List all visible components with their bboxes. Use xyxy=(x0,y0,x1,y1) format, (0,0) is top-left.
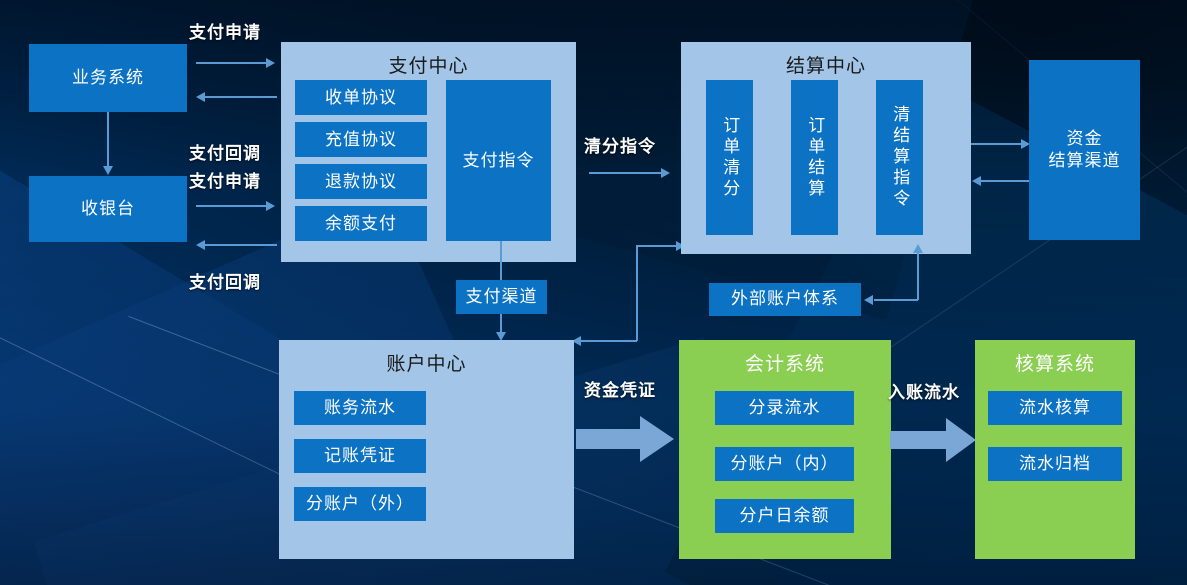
chip-refund-protocol[interactable]: 退款协议 xyxy=(295,164,427,199)
panel-reckoning-system[interactable]: 核算系统 流水核算 流水归档 xyxy=(975,340,1135,559)
connector-settlement-to-fund-channel xyxy=(971,143,1023,145)
chip-sub-account-internal[interactable]: 分账户（内） xyxy=(715,447,854,481)
connector-clearing-instruction-arrowhead xyxy=(661,168,670,178)
connector-pay-request-bottom xyxy=(196,205,268,207)
connector-external-account-arrowhead-left xyxy=(864,295,873,305)
block-arrow-posting-flow xyxy=(890,418,976,462)
node-external-account-system-label: 外部账户体系 xyxy=(731,289,839,309)
node-fund-settlement-channel-line1: 资金 xyxy=(1066,128,1103,148)
connector-settlement-to-account-h1 xyxy=(636,245,680,247)
connector-settlement-to-account-h2 xyxy=(580,340,637,342)
chip-flow-archiving[interactable]: 流水归档 xyxy=(988,447,1122,481)
connector-business-to-cashier xyxy=(107,112,109,167)
chip-payment-instruction[interactable]: 支付指令 xyxy=(446,80,551,241)
label-clearing-instruction: 清分指令 xyxy=(584,137,656,156)
label-pay-request-top: 支付申请 xyxy=(189,23,261,42)
node-business-system[interactable]: 业务系统 xyxy=(29,44,187,112)
connector-fund-channel-to-settlement xyxy=(980,180,1032,182)
chip-recharge-protocol[interactable]: 充值协议 xyxy=(295,122,427,157)
connector-clearing-instruction xyxy=(589,172,663,174)
diagram-canvas: 业务系统 收银台 支付申请 支付回调 支付申请 支付回调 支付中心 收单协议 充… xyxy=(0,0,1187,585)
chip-flow-reckoning[interactable]: 流水核算 xyxy=(988,391,1122,425)
node-payment-channel-label: 支付渠道 xyxy=(465,286,538,306)
panel-settlement-center[interactable]: 结算中心 订单清分 订单结算 清结算指令 xyxy=(681,42,971,254)
panel-account-center[interactable]: 账户中心 账务流水 记账凭证 分账户（外） xyxy=(279,340,574,559)
connector-payment-instruction-down-a xyxy=(500,241,502,283)
connector-pay-request-top-arrowhead xyxy=(266,58,275,68)
connector-external-account-v xyxy=(917,252,919,300)
chip-daily-account-balance[interactable]: 分户日余额 xyxy=(715,499,854,533)
chip-sub-account-external[interactable]: 分账户（外） xyxy=(294,487,426,521)
label-pay-callback-top: 支付回调 xyxy=(189,144,261,163)
node-fund-settlement-channel-line2: 结算渠道 xyxy=(1048,151,1121,170)
panel-accounting-system[interactable]: 会计系统 分录流水 分账户（内） 分户日余额 xyxy=(679,340,891,559)
label-posting-flow: 入账流水 xyxy=(888,383,960,402)
panel-payment-center[interactable]: 支付中心 收单协议 充值协议 退款协议 余额支付 支付指令 xyxy=(281,42,576,262)
panel-accounting-system-title: 会计系统 xyxy=(744,354,825,375)
connector-pay-callback-top-arrowhead xyxy=(196,92,205,102)
chip-clearing-settlement-instruction[interactable]: 清结算指令 xyxy=(876,80,923,235)
connector-fund-channel-to-settlement-arrowhead xyxy=(972,176,981,186)
chip-order-settlement[interactable]: 订单结算 xyxy=(791,80,838,235)
connector-settlement-to-account-v xyxy=(636,245,638,341)
connector-pay-request-bottom-arrowhead xyxy=(266,201,275,211)
node-payment-channel[interactable]: 支付渠道 xyxy=(456,280,547,314)
chip-acquiring-protocol[interactable]: 收单协议 xyxy=(295,80,427,115)
node-fund-settlement-channel[interactable]: 资金 结算渠道 xyxy=(1029,60,1140,240)
panel-reckoning-system-title: 核算系统 xyxy=(1014,354,1095,375)
connector-business-to-cashier-arrowhead xyxy=(103,166,113,175)
node-external-account-system[interactable]: 外部账户体系 xyxy=(709,283,861,316)
label-fund-voucher: 资金凭证 xyxy=(584,381,656,400)
chip-accounting-flow[interactable]: 账务流水 xyxy=(294,391,426,425)
connector-external-account-h xyxy=(874,299,918,301)
chip-balance-payment[interactable]: 余额支付 xyxy=(295,206,427,241)
chip-order-clearing[interactable]: 订单清分 xyxy=(706,80,753,235)
label-pay-request-bottom: 支付申请 xyxy=(189,172,261,191)
connector-pay-request-top xyxy=(196,62,268,64)
connector-external-account-arrowhead-up xyxy=(913,244,923,253)
node-cashier-desk-label: 收银台 xyxy=(81,198,135,218)
panel-settlement-center-title: 结算中心 xyxy=(785,56,866,77)
chip-entry-flow[interactable]: 分录流水 xyxy=(715,391,854,425)
connector-pay-callback-top xyxy=(205,96,277,98)
connector-pay-callback-bottom-arrowhead xyxy=(196,240,205,250)
node-business-system-label: 业务系统 xyxy=(72,67,144,87)
label-pay-callback-bottom: 支付回调 xyxy=(189,273,261,292)
connector-pay-callback-bottom xyxy=(205,244,277,246)
block-arrow-fund-voucher xyxy=(576,416,674,462)
panel-payment-center-title: 支付中心 xyxy=(388,56,469,77)
panel-account-center-title: 账户中心 xyxy=(386,354,467,375)
chip-accounting-voucher[interactable]: 记账凭证 xyxy=(294,439,426,473)
node-cashier-desk[interactable]: 收银台 xyxy=(29,176,187,242)
